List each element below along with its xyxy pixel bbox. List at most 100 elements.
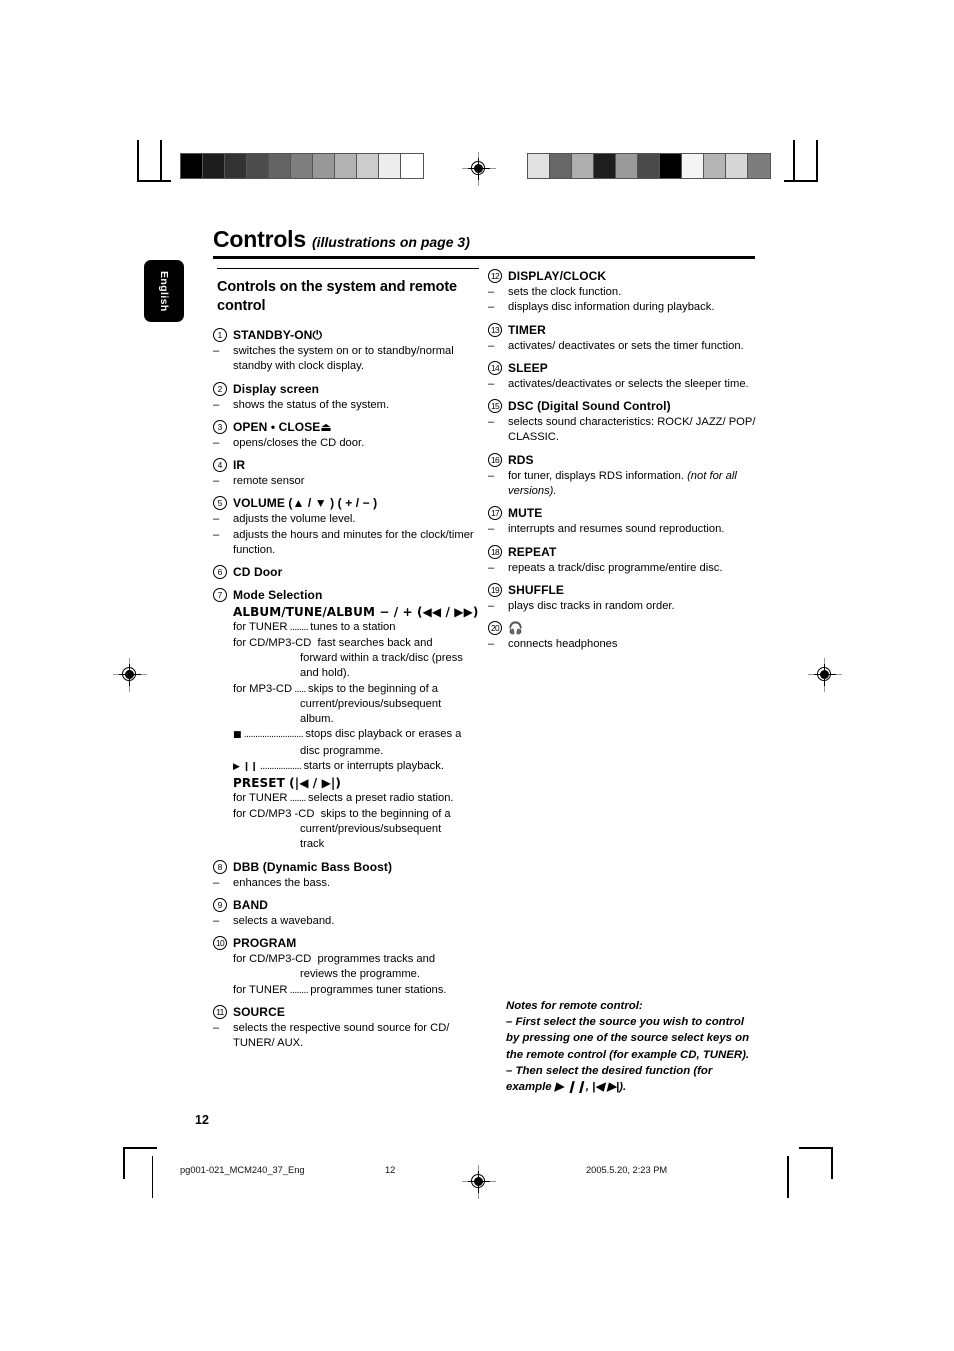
entry-bullet: – adjusts the volume level. bbox=[213, 512, 481, 527]
dash-marker: – bbox=[488, 301, 495, 314]
dash-marker: – bbox=[213, 513, 220, 526]
gray-swatch bbox=[247, 154, 269, 178]
entry-title: MUTE bbox=[508, 506, 543, 521]
entry-title: DBB (Dynamic Bass Boost) bbox=[233, 859, 393, 874]
entry-number: 16 bbox=[488, 452, 502, 467]
dash-marker: – bbox=[213, 876, 220, 889]
page-title-subtitle: (illustrations on page 3) bbox=[311, 234, 470, 250]
detail-text: fast searches back and bbox=[317, 636, 433, 649]
detail-label: for TUNER bbox=[233, 983, 288, 996]
entry-spacer bbox=[213, 929, 481, 934]
entry-number: 10 bbox=[213, 936, 227, 951]
title-divider bbox=[213, 256, 755, 259]
entry-heading: 9 BAND bbox=[213, 897, 481, 913]
entry-heading: 17 MUTE bbox=[488, 505, 756, 521]
entry-continuation: reviews the programme. bbox=[300, 968, 420, 981]
gray-swatch bbox=[572, 154, 594, 178]
entry-number: 8 bbox=[213, 859, 227, 874]
bullet-text: adjusts the hours and minutes for the cl… bbox=[233, 528, 474, 557]
entry-number: 15 bbox=[488, 399, 502, 414]
detail-text: skips to the beginning of a bbox=[308, 682, 439, 695]
crop-mark-br-v bbox=[831, 1147, 833, 1179]
language-tab: English bbox=[144, 260, 184, 322]
bullet-text: displays disc information during playbac… bbox=[508, 301, 715, 314]
entry-bullet: – remote sensor bbox=[213, 474, 481, 489]
footer-filename: pg001-021_MCM240_37_Eng bbox=[180, 1165, 305, 1175]
control-entry: 12 DISPLAY/CLOCK – sets the clock function.… bbox=[488, 268, 756, 321]
entry-subtitle: ALBUM/TUNE/ALBUM − / + (◀◀ / ▶▶) bbox=[233, 605, 479, 620]
dash-marker: – bbox=[488, 523, 495, 536]
control-entry: 19 SHUFFLE – plays disc tracks in random or… bbox=[488, 582, 756, 619]
dash-marker: – bbox=[213, 1022, 220, 1035]
entry-title: RDS bbox=[508, 452, 534, 467]
crop-mark-br-h bbox=[799, 1147, 833, 1149]
control-entry: 10 PROGRAM for CD/MP3-CD programmes tracks… bbox=[213, 935, 481, 1003]
entry-bullet: – activates/deactivates or selects the sl… bbox=[488, 377, 756, 392]
gray-swatch bbox=[660, 154, 682, 178]
gray-swatch bbox=[357, 154, 379, 178]
entry-spacer bbox=[213, 581, 481, 586]
entry-continuation: and hold). bbox=[300, 667, 350, 680]
entry-bullet: – repeats a track/disc programme/entire d… bbox=[488, 561, 756, 576]
control-entry: 2 Display screen – shows the status of the … bbox=[213, 381, 481, 418]
entry-continuation: current/previous/subsequent bbox=[300, 697, 442, 710]
entry-spacer bbox=[213, 413, 481, 418]
entry-heading: 19 SHUFFLE bbox=[488, 582, 756, 598]
detail-text: tunes to a station bbox=[310, 621, 396, 634]
headphones-icon: 🎧 bbox=[508, 621, 524, 636]
dot-leader: ........ bbox=[287, 984, 311, 996]
dot-leader: ....... bbox=[287, 793, 309, 805]
entry-detail-row: for CD/MP3-CD fast searches back and bbox=[233, 636, 481, 651]
entry-heading: 1 STANDBY-ON⏻ bbox=[213, 327, 481, 343]
detail-label: for TUNER bbox=[233, 621, 288, 634]
entry-spacer bbox=[488, 316, 756, 321]
crop-mark-bl-h bbox=[123, 1147, 157, 1149]
entry-title: DISPLAY/CLOCK bbox=[508, 269, 607, 283]
gray-swatch bbox=[291, 154, 313, 178]
gray-swatch bbox=[616, 154, 638, 178]
crop-mark-bl-v bbox=[123, 1147, 125, 1179]
bullet-text: selects sound characteristics: ROCK/ JAZ… bbox=[508, 416, 756, 444]
entry-heading: 16 RDS bbox=[488, 452, 756, 468]
grayscale-strip-left bbox=[180, 153, 424, 179]
dash-marker: – bbox=[488, 377, 495, 390]
bullet-text: selects a waveband. bbox=[233, 914, 335, 927]
control-entry: 5 VOLUME (▲ / ▼ ) ( + / − ) – adjusts the v… bbox=[213, 495, 481, 563]
entry-spacer bbox=[488, 653, 756, 658]
crop-mark-tr-v bbox=[816, 140, 818, 182]
control-entry: 11 SOURCE – selects the respective sound so… bbox=[213, 1004, 481, 1057]
notes-item-1: – First select the source you wish to co… bbox=[506, 1016, 750, 1061]
gray-swatch bbox=[638, 154, 660, 178]
control-entry: 13 TIMER – activates/ deactivates or sets t… bbox=[488, 322, 756, 359]
left-column: Controls on the system and remote contro… bbox=[213, 268, 481, 1058]
entry-continuation: current/previous/subsequent bbox=[300, 822, 442, 835]
entry-spacer bbox=[488, 354, 756, 359]
entry-bullet: – displays disc information during playba… bbox=[488, 300, 756, 315]
page-title: Controls (illustrations on page 3) bbox=[213, 226, 755, 253]
entry-heading: 15 DSC (Digital Sound Control) bbox=[488, 398, 756, 414]
entry-number: 12 bbox=[488, 269, 502, 283]
notes-item-2: – Then select the desired function (for … bbox=[506, 1064, 713, 1094]
entry-number: 6 bbox=[213, 565, 227, 580]
entry-heading: 3 OPEN • CLOSE⏏ bbox=[213, 419, 481, 435]
bullet-text: activates/deactivates or selects the sle… bbox=[508, 377, 749, 390]
detail-text: skips to the beginning of a bbox=[320, 807, 451, 820]
dash-marker: – bbox=[488, 638, 495, 651]
entry-heading: 7 Mode Selection bbox=[213, 587, 481, 603]
bullet-text: adjusts the volume level. bbox=[233, 513, 356, 526]
entry-continuation: album. bbox=[300, 713, 334, 726]
dot-leader: ........ bbox=[287, 622, 311, 634]
detail-text: programmes tracks and bbox=[317, 953, 436, 966]
entry-title: SHUFFLE bbox=[508, 582, 565, 597]
detail-text: stops disc playback or erases a bbox=[305, 728, 462, 741]
entry-number: 2 bbox=[213, 381, 227, 396]
entry-title: SLEEP bbox=[508, 360, 548, 375]
entry-spacer bbox=[213, 998, 481, 1003]
bullet-text: enhances the bass. bbox=[233, 876, 331, 889]
gray-swatch bbox=[225, 154, 247, 178]
bullet-text: activates/ deactivates or sets the timer… bbox=[508, 339, 744, 352]
control-entry: 6 CD Door bbox=[213, 564, 481, 586]
control-entry: 7 Mode Selection ALBUM/TUNE/ALBUM − / + (◀… bbox=[213, 587, 481, 857]
entry-bullet: – selects sound characteristics: ROCK/ JA… bbox=[488, 415, 756, 446]
bullet-text: shows the status of the system. bbox=[233, 398, 390, 411]
